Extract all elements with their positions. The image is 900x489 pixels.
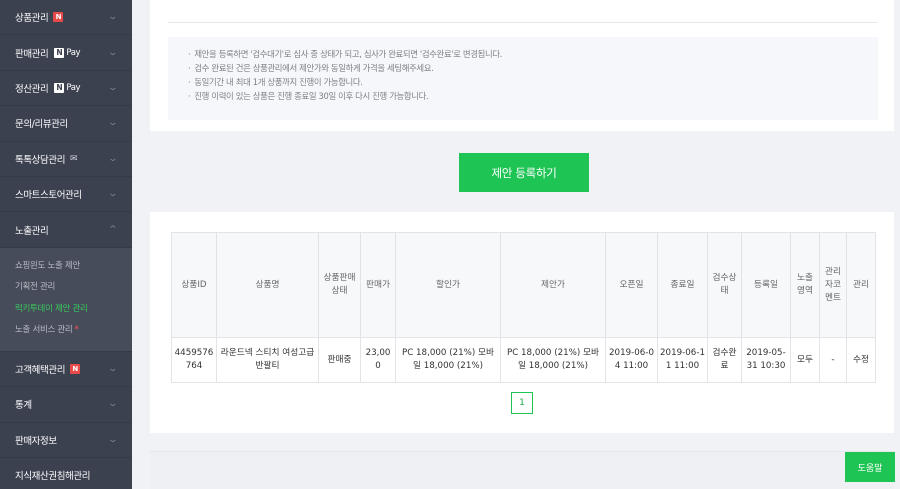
sidebar-item-label: 상품관리 [15, 13, 49, 25]
table-header-row: 상품ID 상품명 상품판매상태 판매가 할인가 제안가 오픈일 종료일 검수상태… [171, 232, 876, 338]
registered-date-cell: 2019-05-31 10:30 [741, 337, 791, 383]
open-date-cell: 2019-06-04 11:00 [605, 337, 658, 383]
sidebar-item-exposure[interactable]: 노출관리 ⌃ [0, 212, 132, 248]
column-header: 검수상태 [707, 232, 742, 338]
sidebar-item-inquiry-review[interactable]: 문의/리뷰관리 ⌄ [0, 106, 132, 142]
column-header: 관리 [846, 232, 876, 338]
chevron-down-icon: ⌄ [107, 82, 118, 93]
chat-icon: ✉ [70, 153, 78, 164]
new-badge: N [53, 12, 64, 23]
chevron-down-icon: ⌄ [107, 118, 118, 129]
column-header: 할인가 [395, 232, 501, 338]
sidebar-item-label: 스마트스토어관리 [15, 190, 82, 202]
column-header: 상품판매상태 [318, 232, 361, 338]
column-header: 판매가 [360, 232, 396, 338]
edit-link[interactable]: 수정 [846, 337, 876, 383]
review-status-cell: 검수완료 [707, 337, 742, 383]
notice-line: · 동일기간 내 최대 1개 상품까지 진행이 가능합니다. [188, 77, 363, 87]
register-proposal-button[interactable]: 제안 등록하기 [459, 153, 589, 192]
sidebar-item-ip-infringement[interactable]: 지식재산권침해관리 [0, 458, 132, 489]
sidebar-subitem-lucky-today[interactable]: 럭키투데이 제안 관리 [0, 299, 132, 321]
product-id-cell: 4459576764 [171, 337, 217, 383]
divider [168, 22, 878, 23]
new-badge: N [70, 363, 81, 374]
admin-comment-cell: - [819, 337, 847, 383]
discount-price-cell: PC 18,000 (21%) 모바일 18,000 (21%) [395, 337, 501, 383]
npay-logo: N Pay [54, 47, 81, 58]
sidebar-item-seller-info[interactable]: 판매자정보 ⌄ [0, 423, 132, 458]
bottom-strip [150, 451, 894, 489]
column-header: 제안가 [500, 232, 606, 338]
npay-n-icon: N [54, 47, 65, 58]
column-header: 상품ID [171, 232, 217, 338]
sidebar-item-label: 톡톡상담관리 [15, 154, 66, 166]
price-cell: 23,000 [360, 337, 396, 383]
chevron-down-icon: ⌄ [107, 363, 118, 374]
exposure-submenu: 쇼핑윈도 노출 제안 기획전 관리 럭키투데이 제안 관리 노출 서비스 관리 * [0, 247, 132, 352]
notice-line: · 제안을 등록하면 '검수대기'로 심사 중 상태가 되고, 심사가 완료되면 … [188, 49, 503, 59]
notice-line: · 진행 이력이 있는 상품은 진행 종료일 30일 이후 다시 진행 가능합니다… [188, 91, 429, 101]
sidebar-item-label: 판매자정보 [15, 435, 57, 447]
help-button[interactable]: 도움말 [845, 452, 895, 482]
chevron-down-icon: ⌄ [107, 189, 118, 200]
sidebar-item-label: 문의/리뷰관리 [15, 119, 68, 131]
chevron-down-icon: ⌄ [107, 399, 118, 410]
exposure-area-cell: 모두 [790, 337, 820, 383]
npay-n-icon: N [54, 82, 65, 93]
sidebar-subitem-exhibition[interactable]: 기획전 관리 [0, 277, 132, 299]
sidebar-subitem-exposure-service[interactable]: 노출 서비스 관리 * [0, 320, 132, 342]
column-header: 오픈일 [605, 232, 658, 338]
sidebar-item-smartstore[interactable]: 스마트스토어관리 ⌄ [0, 177, 132, 213]
sidebar-item-talktalk[interactable]: 톡톡상담관리 ✉ ⌄ [0, 142, 132, 177]
proposal-table: 상품ID 상품명 상품판매상태 판매가 할인가 제안가 오픈일 종료일 검수상태… [171, 232, 876, 383]
sidebar-item-label: 노출관리 [15, 225, 49, 237]
proposal-table-panel: 상품ID 상품명 상품판매상태 판매가 할인가 제안가 오픈일 종료일 검수상태… [150, 212, 894, 433]
column-header: 상품명 [216, 232, 319, 338]
notice-box: · 제안을 등록하면 '검수대기'로 심사 중 상태가 되고, 심사가 완료되면 … [168, 37, 878, 120]
column-header: 종료일 [657, 232, 708, 338]
sidebar-item-statistics[interactable]: 통계 ⌄ [0, 387, 132, 423]
sidebar-item-sales[interactable]: 판매관리 N Pay ⌄ [0, 35, 132, 71]
notice-line: · 검수 완료된 건은 상품관리에서 제안가와 동일하게 가격을 세팅해주세요. [188, 63, 434, 73]
sidebar-item-label: 정산관리 [15, 83, 49, 95]
chevron-down-icon: ⌄ [107, 434, 118, 445]
sale-status-cell: 판매중 [318, 337, 361, 383]
sidebar-item-label: 지식재산권침해관리 [15, 471, 91, 483]
column-header: 노출영역 [790, 232, 820, 338]
column-header: 등록일 [741, 232, 791, 338]
pagination-page-button[interactable]: 1 [511, 392, 533, 414]
column-header: 관리자코멘트 [819, 232, 847, 338]
sidebar-item-customer-benefit[interactable]: 고객혜택관리 N ⌄ [0, 352, 132, 388]
required-star: * [74, 325, 79, 336]
table-row: 4459576764 라운드넥 스티치 여성고급반팔티 판매중 23,000 P… [171, 337, 876, 383]
sidebar-item-label: 통계 [15, 400, 32, 412]
end-date-cell: 2019-06-11 11:00 [657, 337, 708, 383]
notice-panel: · 제안을 등록하면 '검수대기'로 심사 중 상태가 되고, 심사가 완료되면 … [150, 0, 894, 131]
chevron-down-icon: ⌄ [107, 47, 118, 58]
sidebar-item-label: 고객혜택관리 [15, 364, 66, 376]
chevron-down-icon: ⌄ [107, 153, 118, 164]
sidebar-subitem-shopping-window[interactable]: 쇼핑윈도 노출 제안 [0, 256, 132, 278]
sidebar-item-settlement[interactable]: 정산관리 N Pay ⌄ [0, 71, 132, 107]
chevron-down-icon: ⌄ [107, 12, 118, 23]
sidebar: 상품관리 N ⌄ 판매관리 N Pay ⌄ 정산관리 N Pay ⌄ 문의/리뷰관리… [0, 0, 132, 489]
npay-logo: N Pay [54, 82, 81, 93]
sidebar-item-product[interactable]: 상품관리 N ⌄ [0, 0, 132, 36]
sidebar-item-label: 판매관리 [15, 48, 49, 60]
proposed-price-cell: PC 18,000 (21%) 모바일 18,000 (21%) [500, 337, 606, 383]
chevron-up-icon: ⌃ [107, 224, 118, 235]
product-name-cell: 라운드넥 스티치 여성고급반팔티 [216, 337, 319, 383]
